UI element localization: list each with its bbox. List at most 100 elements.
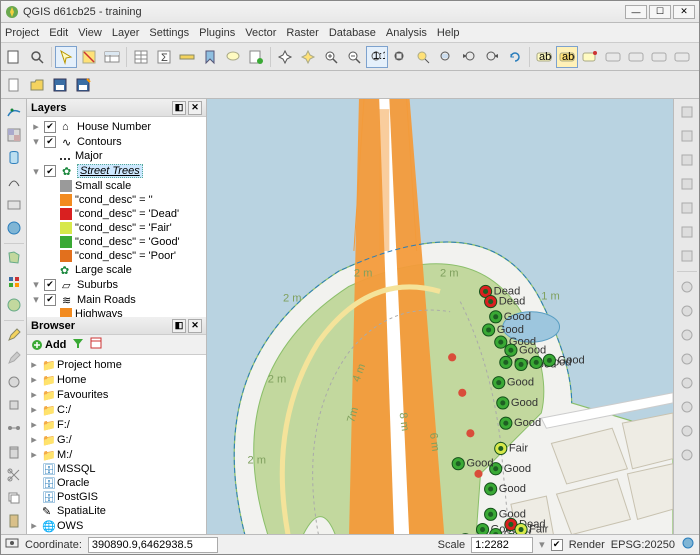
move-feature-icon[interactable] (3, 394, 25, 415)
delete-feature-icon[interactable] (3, 441, 25, 462)
browser-item[interactable]: ▸📁G:/ (29, 432, 204, 447)
zoom-selection-icon[interactable] (412, 46, 434, 68)
pan-icon[interactable] (274, 46, 296, 68)
layer-item[interactable]: ✿Large scale (29, 263, 204, 277)
browser-label[interactable]: C:/ (57, 404, 71, 416)
bookmark-icon[interactable] (199, 46, 221, 68)
expand-toggle[interactable]: ▾ (31, 165, 41, 178)
label-show-icon[interactable] (602, 46, 624, 68)
new-layer-icon[interactable] (245, 46, 267, 68)
layers-panel[interactable]: ▸✔⌂House Number▾✔∿ContoursMajor▾✔✿Street… (27, 117, 206, 317)
scale-lock-icon[interactable]: ▾ (539, 538, 545, 551)
expand-toggle[interactable]: ▾ (31, 293, 41, 306)
close-button[interactable]: ✕ (673, 5, 695, 19)
browser-add-button[interactable]: Add (31, 339, 66, 351)
layer-item[interactable]: ▾✔▱Suburbs (29, 277, 204, 292)
browser-item[interactable]: ▸🌐WCS (29, 533, 204, 534)
new-icon[interactable] (3, 74, 25, 96)
edit-icon[interactable] (3, 324, 25, 345)
browser-label[interactable]: Project home (57, 359, 122, 371)
layer-label[interactable]: "cond_desc" = 'Dead' (75, 208, 179, 220)
browser-label[interactable]: MSSQL (57, 463, 96, 475)
add-postgis-icon[interactable] (3, 148, 25, 169)
menu-raster[interactable]: Raster (286, 27, 318, 39)
new-shapefile-icon[interactable] (3, 248, 25, 269)
crs-label[interactable]: EPSG:20250 (611, 539, 675, 551)
layer-item[interactable]: Small scale (29, 179, 204, 193)
r8-icon[interactable] (676, 276, 698, 298)
layer-item[interactable]: ▾✔∿Contours (29, 134, 204, 149)
table-icon[interactable] (130, 46, 152, 68)
layer-label[interactable]: Street Trees (77, 164, 143, 178)
menu-analysis[interactable]: Analysis (386, 27, 427, 39)
label-pin-icon[interactable] (579, 46, 601, 68)
label-rotate-icon[interactable] (648, 46, 670, 68)
browser-item[interactable]: ▸📁Home (29, 372, 204, 387)
menu-plugins[interactable]: Plugins (199, 27, 235, 39)
browser-item[interactable]: ▸📁F:/ (29, 417, 204, 432)
map-canvas[interactable]: DeadDeadGoodGoodGoodGoodGoodGoodGoodGood… (207, 99, 673, 534)
browser-undock-button[interactable]: ◧ (172, 319, 186, 333)
expand-toggle[interactable]: ▸ (29, 373, 39, 386)
r4-icon[interactable] (676, 173, 698, 195)
r3-icon[interactable] (676, 149, 698, 171)
deselect-icon[interactable] (78, 46, 100, 68)
zoom-native-icon[interactable]: 1:1 (366, 46, 388, 68)
browser-filter-icon[interactable] (72, 337, 84, 352)
layer-item[interactable]: ▾✔✿Street Trees (29, 163, 204, 179)
layer-visibility-checkbox[interactable]: ✔ (44, 294, 56, 306)
browser-item[interactable]: ▸📁M:/ (29, 447, 204, 462)
add-vector-icon[interactable] (3, 101, 25, 122)
new-project-icon[interactable] (3, 46, 25, 68)
browser-item[interactable]: ▸📁Favourites (29, 387, 204, 402)
browser-label[interactable]: G:/ (57, 434, 72, 446)
browser-item[interactable]: ✎SpatiaLite (29, 504, 204, 518)
refresh-icon[interactable] (504, 46, 526, 68)
layer-label[interactable]: Major (75, 150, 103, 162)
layer-item[interactable]: Major (29, 149, 204, 163)
maximize-button[interactable]: ☐ (649, 5, 671, 19)
layer-label[interactable]: "cond_desc" = '' (75, 194, 153, 206)
layer-item[interactable]: "cond_desc" = 'Poor' (29, 249, 204, 263)
save-as-icon[interactable] (72, 74, 94, 96)
r1-icon[interactable] (676, 101, 698, 123)
layer-label[interactable]: Small scale (75, 180, 131, 192)
map-view[interactable]: DeadDeadGoodGoodGoodGoodGoodGoodGoodGood… (207, 99, 673, 534)
layer-visibility-checkbox[interactable]: ✔ (44, 121, 56, 133)
layer-visibility-checkbox[interactable]: ✔ (44, 279, 56, 291)
menu-database[interactable]: Database (329, 27, 376, 39)
pan-selection-icon[interactable] (297, 46, 319, 68)
zoom-layer-icon[interactable] (435, 46, 457, 68)
r7-icon[interactable] (676, 245, 698, 267)
r10-icon[interactable] (676, 324, 698, 346)
r9-icon[interactable] (676, 300, 698, 322)
browser-label[interactable]: M:/ (57, 449, 72, 461)
layer-visibility-checkbox[interactable]: ✔ (44, 165, 56, 177)
layer-item[interactable]: ▾✔≋Main Roads (29, 292, 204, 307)
render-checkbox[interactable]: ✔ (551, 539, 563, 551)
r12-icon[interactable] (676, 372, 698, 394)
browser-label[interactable]: PostGIS (57, 491, 98, 503)
menu-vector[interactable]: Vector (245, 27, 276, 39)
browser-collapse-icon[interactable] (90, 337, 102, 352)
expand-toggle[interactable]: ▾ (31, 278, 41, 291)
expand-toggle[interactable]: ▸ (31, 120, 41, 133)
r6-icon[interactable] (676, 221, 698, 243)
scale-input[interactable] (471, 537, 533, 553)
open-icon[interactable] (26, 74, 48, 96)
browser-item[interactable]: ▸📁C:/ (29, 402, 204, 417)
r15-icon[interactable] (676, 444, 698, 466)
layer-item[interactable]: "cond_desc" = 'Fair' (29, 221, 204, 235)
browser-label[interactable]: Home (57, 374, 86, 386)
layers-close-button[interactable]: ✕ (188, 101, 202, 115)
label-highlight-icon[interactable]: abc (556, 46, 578, 68)
browser-label[interactable]: SpatiaLite (57, 505, 106, 517)
browser-item[interactable]: ▸📁Project home (29, 357, 204, 372)
layer-item[interactable]: ▸✔⌂House Number (29, 119, 204, 134)
expand-toggle[interactable]: ▸ (29, 433, 39, 446)
r13-icon[interactable] (676, 396, 698, 418)
layer-label[interactable]: Large scale (75, 264, 132, 276)
label-move-icon[interactable] (625, 46, 647, 68)
layer-visibility-checkbox[interactable]: ✔ (44, 136, 56, 148)
browser-label[interactable]: Favourites (57, 389, 108, 401)
